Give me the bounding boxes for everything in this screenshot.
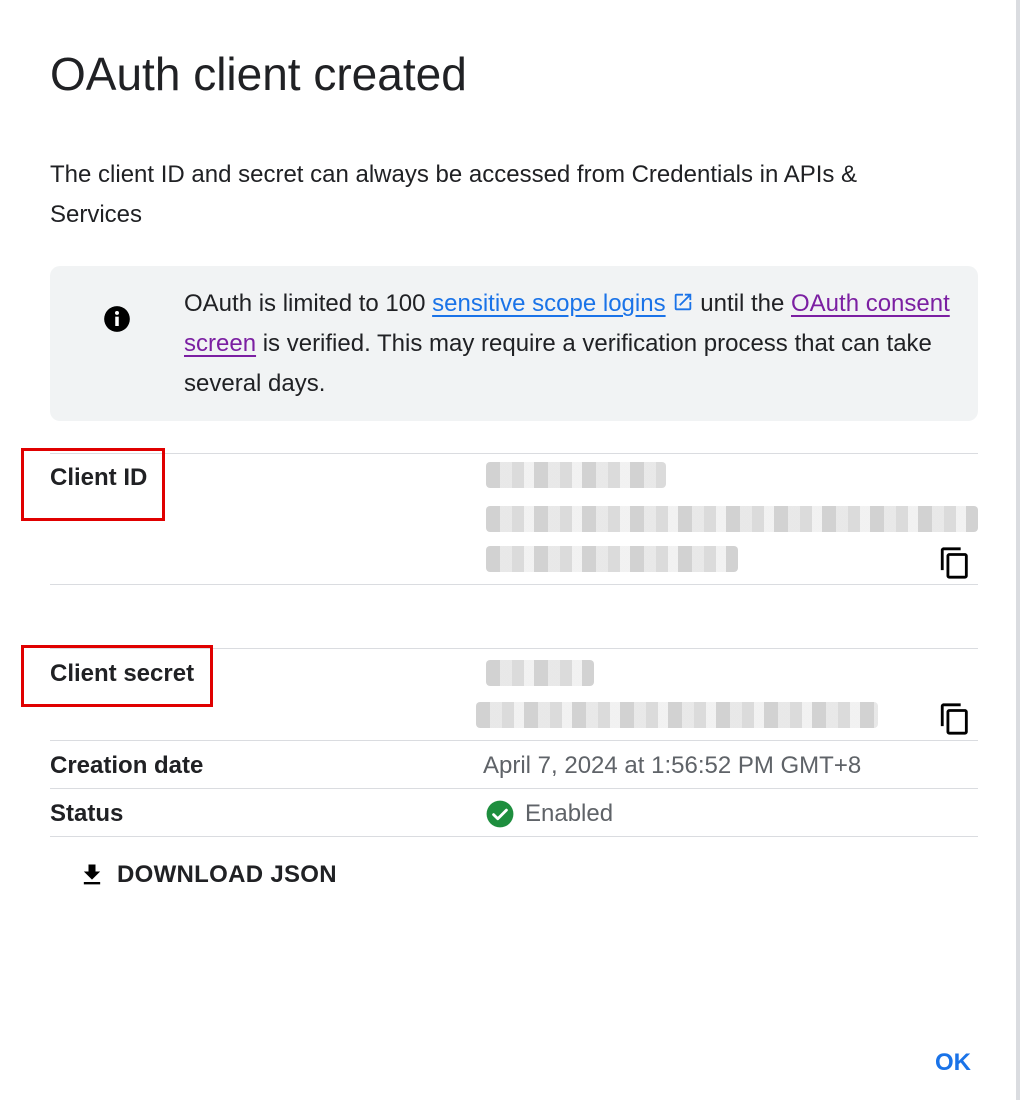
ok-button[interactable]: OK bbox=[922, 1043, 984, 1083]
scrollbar-track[interactable] bbox=[1016, 0, 1020, 1100]
status-label: Status bbox=[50, 800, 124, 827]
dialog-description: The client ID and secret can always be a… bbox=[50, 161, 858, 228]
info-banner: OAuth is limited to 100 sensitive scope … bbox=[50, 266, 978, 421]
divider bbox=[50, 584, 978, 585]
info-text-part-3: is verified. This may require a verifica… bbox=[184, 330, 932, 397]
status-value: Enabled bbox=[525, 800, 614, 827]
external-link-icon[interactable] bbox=[672, 291, 694, 313]
copy-client-secret-icon[interactable] bbox=[938, 702, 972, 736]
sensitive-scope-logins-link[interactable]: sensitive scope logins bbox=[432, 290, 665, 317]
divider bbox=[50, 788, 978, 789]
creation-date-value: April 7, 2024 at 1:56:52 PM GMT+8 bbox=[483, 752, 862, 779]
oauth-client-created-dialog: OAuth client created The client ID and s… bbox=[0, 0, 1016, 1100]
download-json-button[interactable]: DOWNLOAD JSON bbox=[78, 855, 337, 895]
info-text-part-2: until the bbox=[693, 290, 791, 317]
creation-date-label: Creation date bbox=[50, 752, 204, 779]
info-banner-text: OAuth is limited to 100 sensitive scope … bbox=[184, 284, 954, 404]
check-circle-icon bbox=[486, 800, 514, 828]
client-id-value-redacted bbox=[486, 546, 738, 572]
client-secret-label: Client secret bbox=[50, 660, 195, 687]
client-id-value-redacted bbox=[486, 462, 666, 488]
divider bbox=[50, 453, 978, 454]
info-text-part-1: OAuth is limited to 100 bbox=[184, 290, 433, 317]
client-id-value-redacted bbox=[486, 506, 978, 532]
download-json-label: DOWNLOAD JSON bbox=[117, 861, 337, 888]
download-icon bbox=[83, 864, 101, 885]
client-id-label: Client ID bbox=[50, 464, 148, 491]
client-secret-value-redacted bbox=[476, 702, 878, 728]
divider bbox=[50, 836, 978, 837]
client-secret-value-redacted bbox=[486, 660, 594, 686]
dialog-title: OAuth client created bbox=[50, 48, 467, 100]
divider bbox=[50, 740, 978, 741]
info-icon bbox=[104, 306, 130, 332]
copy-client-id-icon[interactable] bbox=[938, 546, 972, 580]
